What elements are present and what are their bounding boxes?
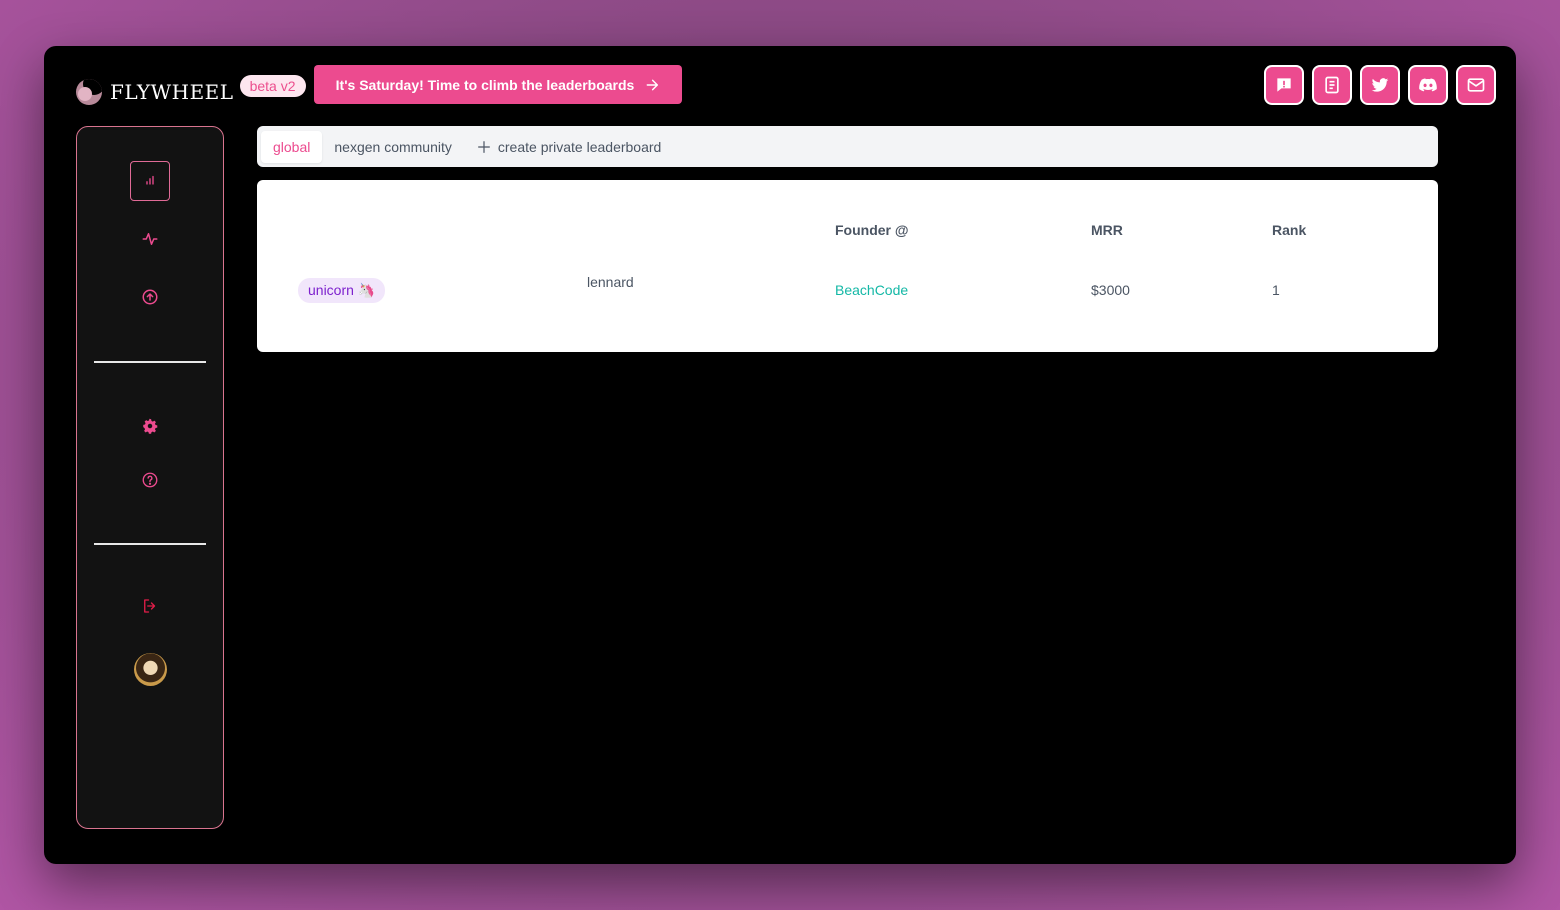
leaderboard-table: Founder @ MRR Rank unicorn 🦄 lennard Bea…: [257, 180, 1438, 352]
docs-button[interactable]: [1312, 65, 1352, 105]
tab-global[interactable]: global: [261, 130, 323, 163]
discord-button[interactable]: [1408, 65, 1448, 105]
rank-cell: 1: [1272, 282, 1280, 298]
leaderboard-tabs: global nexgen community create private l…: [257, 126, 1438, 167]
app-window: FLYWHEEL beta v2 It's Saturday! Time to …: [44, 46, 1516, 864]
user-avatar[interactable]: [134, 653, 167, 686]
promo-button[interactable]: It's Saturday! Time to climb the leaderb…: [314, 65, 682, 104]
create-private-leaderboard-button[interactable]: create private leaderboard: [464, 131, 673, 163]
column-header-founder: Founder @: [835, 222, 909, 238]
arrow-right-icon: [646, 79, 659, 90]
mail-button[interactable]: [1456, 65, 1496, 105]
logout-icon: [144, 599, 156, 613]
company-link[interactable]: BeachCode: [835, 282, 908, 298]
promo-label: It's Saturday! Time to climb the leaderb…: [335, 76, 635, 93]
mail-icon: [1467, 78, 1485, 92]
create-private-leaderboard-label: create private leaderboard: [497, 138, 662, 155]
twitter-button[interactable]: [1360, 65, 1400, 105]
logo-text: FLYWHEEL: [110, 80, 234, 104]
user-badge: unicorn 🦄: [298, 278, 386, 303]
top-icon-bar: [1264, 65, 1496, 105]
docs-icon: [1325, 76, 1339, 94]
sidebar-item-leaderboard[interactable]: [130, 161, 170, 201]
sidebar-divider: [94, 361, 206, 363]
logo[interactable]: FLYWHEEL beta v2: [76, 75, 306, 105]
mrr-cell: $3000: [1091, 282, 1130, 298]
username-cell: lennard: [587, 274, 634, 290]
flywheel-logo-icon: [76, 79, 102, 105]
column-header-rank: Rank: [1272, 222, 1307, 238]
settings-icon: [143, 418, 158, 434]
sidebar-item-upload[interactable]: [130, 277, 170, 317]
upload-icon: [142, 289, 158, 305]
plus-icon: [477, 140, 490, 153]
beta-badge: beta v2: [239, 75, 306, 97]
sidebar: [76, 126, 224, 829]
leaderboard-icon: [146, 175, 154, 185]
activity-icon: [142, 233, 158, 245]
feedback-button[interactable]: [1264, 65, 1304, 105]
help-icon: [142, 472, 158, 488]
sidebar-divider: [94, 543, 206, 545]
feedback-icon: [1277, 78, 1291, 92]
twitter-icon: [1371, 78, 1389, 92]
sidebar-item-logout[interactable]: [130, 586, 170, 626]
sidebar-item-activity[interactable]: [130, 219, 170, 259]
sidebar-item-settings[interactable]: [130, 406, 170, 446]
tab-nexgen-community[interactable]: nexgen community: [322, 131, 464, 163]
column-header-mrr: MRR: [1091, 222, 1123, 238]
discord-icon: [1419, 78, 1437, 92]
sidebar-item-help[interactable]: [130, 460, 170, 500]
